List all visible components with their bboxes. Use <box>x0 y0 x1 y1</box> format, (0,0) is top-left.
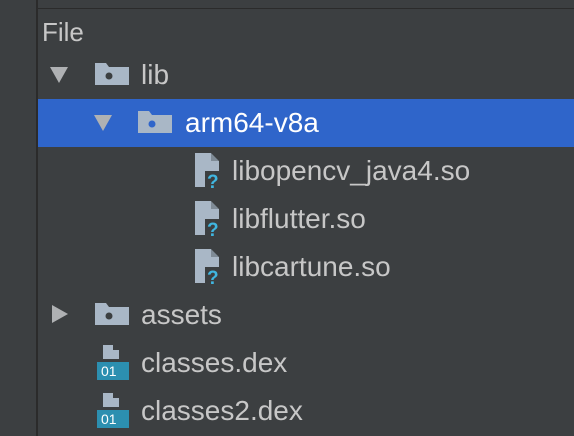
folder-icon <box>95 303 129 325</box>
tree-item-label: assets <box>141 299 222 330</box>
tree-item-label: arm64-v8a <box>185 107 319 138</box>
collapse-arrow-icon[interactable] <box>52 305 68 323</box>
top-divider <box>38 0 574 9</box>
tree-item-arm64-v8a[interactable]: arm64-v8a <box>38 99 574 147</box>
dex-badge: 01 <box>101 411 117 427</box>
tree-item-assets[interactable]: assets <box>38 291 574 339</box>
svg-text:?: ? <box>207 172 219 189</box>
tree-item-label: classes2.dex <box>141 395 303 426</box>
tree-item-classes-dex[interactable]: 01 classes.dex <box>38 339 574 387</box>
unknown-file-icon: ? <box>195 249 219 285</box>
unknown-file-icon: ? <box>195 153 219 189</box>
tree-item-label: classes.dex <box>141 347 288 378</box>
tree-item-lib[interactable]: lib <box>38 51 574 99</box>
expand-arrow-icon[interactable] <box>94 115 112 131</box>
tree-item-label: libflutter.so <box>232 203 366 234</box>
tree-item-classes2-dex[interactable]: 01 classes2.dex <box>38 387 574 435</box>
svg-text:?: ? <box>207 268 219 285</box>
dex-file-icon: 01 <box>97 393 129 428</box>
folder-icon <box>95 63 129 85</box>
svg-text:?: ? <box>207 220 219 237</box>
tree-item-label: libopencv_java4.so <box>232 155 471 186</box>
expand-arrow-icon[interactable] <box>50 67 68 83</box>
tree-item-libcartune[interactable]: ? libcartune.so <box>38 243 574 291</box>
unknown-file-icon: ? <box>195 201 219 237</box>
panel-header: File <box>42 17 84 47</box>
folder-icon <box>138 111 172 133</box>
tree-item-libopencv[interactable]: ? libopencv_java4.so <box>38 147 574 195</box>
dex-badge: 01 <box>101 363 117 379</box>
tree-item-libflutter[interactable]: ? libflutter.so <box>38 195 574 243</box>
tree-item-label: libcartune.so <box>232 251 391 282</box>
project-tree-panel: File lib arm64-v8a ? libopencv_java4.so <box>38 9 574 436</box>
dex-file-icon: 01 <box>97 345 129 380</box>
side-tool-strip <box>0 0 38 436</box>
tree-item-label: lib <box>141 59 170 90</box>
